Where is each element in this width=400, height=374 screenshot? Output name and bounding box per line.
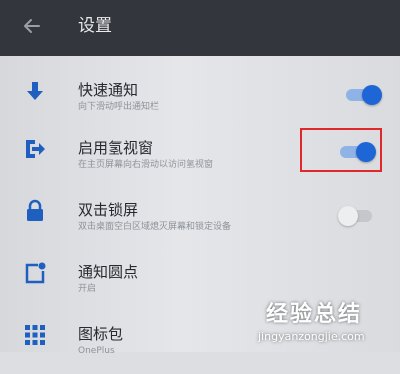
toggle-knob — [338, 206, 358, 226]
watermark-title: 经验总结 — [266, 302, 363, 327]
grid-icon — [25, 325, 45, 345]
setting-subtitle: 开启 — [78, 284, 97, 294]
arrow-down-icon — [27, 82, 43, 100]
setting-label: 图标包 — [78, 325, 124, 343]
setting-subtitle: 双击桌面空白区域熄灭屏幕和锁定设备 — [78, 222, 232, 232]
setting-label: 启用氢视窗 — [78, 139, 154, 157]
page-title: 设置 — [78, 16, 112, 36]
setting-subtitle: 在主页屏幕向右滑动以访问氢视窗 — [78, 160, 214, 170]
setting-label: 双击锁屏 — [78, 201, 139, 219]
app-bar: 设置 — [0, 0, 400, 56]
double-tap-lock-toggle[interactable] — [338, 205, 374, 227]
setting-subtitle: 向下滑动呼出通知栏 — [78, 102, 160, 112]
setting-double-tap-lock[interactable]: 双击锁屏 双击桌面空白区域熄灭屏幕和锁定设备 — [0, 180, 400, 250]
setting-label: 通知圆点 — [78, 263, 139, 281]
notification-dot-icon — [25, 262, 46, 284]
setting-label: 快速通知 — [78, 81, 139, 99]
quick-notification-toggle[interactable] — [346, 84, 382, 106]
arrow-left-icon — [24, 19, 40, 33]
back-button[interactable] — [22, 12, 54, 40]
toggle-knob — [362, 85, 382, 105]
highlight-box — [300, 128, 382, 172]
lock-icon — [27, 199, 43, 221]
exit-icon — [26, 140, 45, 158]
setting-subtitle: OnePlus — [78, 346, 115, 356]
watermark-url: jingyanzongjie.com — [258, 330, 365, 343]
watermark: 经验总结 jingyanzongjie.com — [258, 302, 400, 352]
